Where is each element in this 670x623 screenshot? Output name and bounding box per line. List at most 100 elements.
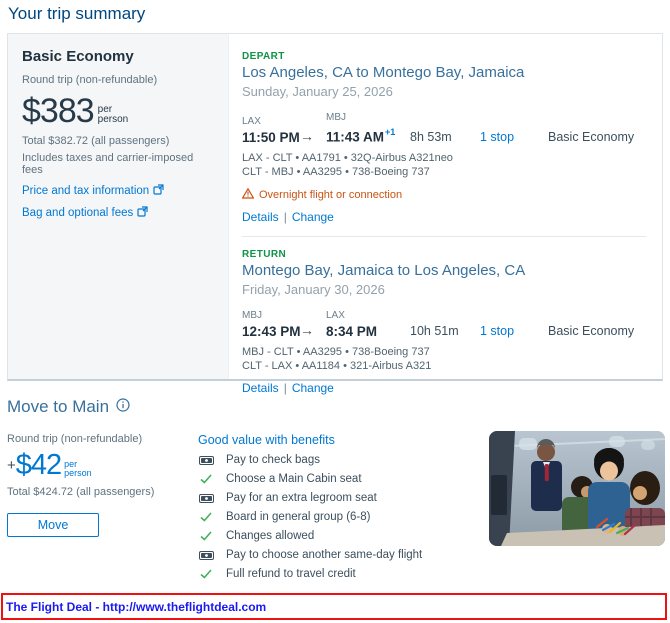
depart-cabin: Basic Economy [548, 130, 648, 145]
warning-text: Overnight flight or connection [259, 189, 402, 201]
depart-change-link[interactable]: Change [292, 210, 334, 224]
segment-line: CLT - MBJ • AA3295 • 738-Boeing 737 [242, 165, 648, 179]
origin-airport-code: LAX [242, 116, 300, 127]
depart-date: Sunday, January 25, 2026 [242, 85, 648, 99]
check-icon [198, 474, 214, 484]
return-date: Friday, January 30, 2026 [242, 283, 648, 297]
dest-airport-code: MBJ [326, 112, 410, 123]
cabin-photo [489, 431, 665, 546]
page-title: Your trip summary [8, 4, 145, 24]
arrive-time: 8:34 PM [326, 324, 410, 339]
itinerary-panel: DEPART Los Angeles, CA to Montego Bay, J… [229, 34, 662, 379]
move-button[interactable]: Move [7, 513, 99, 537]
depart-actions: Details | Change [242, 211, 648, 224]
return-dest-cell: LAX 8:34 PM [326, 310, 410, 339]
benefit-label: Pay for an extra legroom seat [226, 492, 377, 504]
depart-origin-cell: LAX 11:50 PM [242, 116, 300, 145]
depart-flight-row: LAX 11:50 PM → MBJ 11:43 AM+1 8h 53m 1 s… [242, 112, 648, 145]
origin-airport-code: MBJ [242, 310, 300, 321]
benefit-item: Changes allowed [198, 530, 468, 542]
fare-name: Basic Economy [22, 48, 214, 65]
benefit-item: Board in general group (6-8) [198, 511, 468, 523]
money-icon [198, 494, 214, 503]
plus-day-badge: +1 [385, 127, 395, 137]
depart-segments: LAX - CLT • AA1791 • 32Q-Airbus A321neo … [242, 151, 648, 179]
return-label: RETURN [242, 249, 648, 260]
benefit-item: Full refund to travel credit [198, 568, 468, 580]
trip-summary-card: Basic Economy Round trip (non-refundable… [7, 33, 663, 381]
benefit-item: Pay to choose another same-day flight [198, 549, 468, 561]
dest-airport-code: LAX [326, 310, 410, 321]
move-to-main-section: Move to Main Round trip (non-refundable)… [7, 392, 663, 580]
price-tax-link[interactable]: Price and tax information [22, 184, 214, 198]
move-total-line: Total $424.72 (all passengers) [7, 486, 198, 498]
benefit-label: Pay to choose another same-day flight [226, 549, 422, 561]
benefit-label: Choose a Main Cabin seat [226, 473, 362, 485]
benefit-label: Full refund to travel credit [226, 568, 356, 580]
benefit-label: Pay to check bags [226, 454, 320, 466]
depart-dest-cell: MBJ 11:43 AM+1 [326, 112, 410, 145]
slice-divider [242, 236, 646, 237]
price-block: $383 per person [22, 96, 214, 126]
depart-time: 11:50 PM [242, 130, 300, 145]
move-trip-type: Round trip (non-refundable) [7, 433, 198, 445]
benefit-label: Changes allowed [226, 530, 314, 542]
per-person-label: per person [64, 460, 92, 478]
return-duration: 10h 51m [410, 324, 480, 339]
person-label: person [64, 469, 92, 478]
warning-icon [242, 188, 254, 202]
depart-route-title: Los Angeles, CA to Montego Bay, Jamaica [242, 65, 648, 81]
return-flight-row: MBJ 12:43 PM → LAX 8:34 PM 10h 51m 1 sto… [242, 310, 648, 339]
check-icon [198, 569, 214, 579]
footer-banner: The Flight Deal - http://www.theflightde… [1, 593, 667, 620]
move-to-main-title: Move to Main [7, 397, 109, 417]
link-separator: | [284, 210, 287, 224]
return-cabin: Basic Economy [548, 324, 648, 339]
depart-time: 12:43 PM [242, 324, 300, 339]
segment-line: CLT - LAX • AA1184 • 321-Airbus A321 [242, 359, 648, 373]
overnight-warning: Overnight flight or connection [242, 188, 648, 202]
depart-slice: DEPART Los Angeles, CA to Montego Bay, J… [242, 51, 648, 224]
total-price-line: Total $382.72 (all passengers) [22, 135, 214, 147]
info-icon[interactable] [116, 398, 130, 417]
price-per-person: $383 [22, 96, 94, 126]
fare-summary-panel: Basic Economy Round trip (non-refundable… [8, 34, 229, 379]
arrive-time: 11:43 AM+1 [326, 126, 410, 145]
move-price-panel: Round trip (non-refundable) + $42 per pe… [7, 433, 198, 580]
depart-duration: 8h 53m [410, 130, 480, 145]
return-slice: RETURN Montego Bay, Jamaica to Los Angel… [242, 249, 648, 395]
external-link-icon [137, 206, 148, 220]
return-stops-link[interactable]: 1 stop [480, 324, 514, 338]
depart-details-link[interactable]: Details [242, 210, 279, 224]
benefit-item: Choose a Main Cabin seat [198, 473, 468, 485]
bag-fees-link-label: Bag and optional fees [22, 207, 133, 219]
includes-fees-line: Includes taxes and carrier-imposed fees [22, 152, 214, 176]
return-origin-cell: MBJ 12:43 PM [242, 310, 300, 339]
depart-label: DEPART [242, 51, 648, 62]
return-route-title: Montego Bay, Jamaica to Los Angeles, CA [242, 263, 648, 279]
external-link-icon [153, 184, 164, 198]
money-icon [198, 551, 214, 560]
upgrade-price: $42 [16, 452, 61, 479]
per-person-label: per person [98, 105, 129, 125]
bag-fees-link[interactable]: Bag and optional fees [22, 206, 214, 220]
benefits-panel: Good value with benefits Pay to check ba… [198, 433, 468, 580]
arrive-time-value: 11:43 AM [326, 130, 384, 145]
check-icon [198, 531, 214, 541]
trip-type-label: Round trip (non-refundable) [22, 74, 214, 86]
benefit-label: Board in general group (6-8) [226, 511, 370, 523]
arrow-right-icon: → [300, 128, 326, 145]
plus-sign: + [7, 457, 16, 474]
segment-line: LAX - CLT • AA1791 • 32Q-Airbus A321neo [242, 151, 648, 165]
person-label: person [98, 115, 129, 125]
depart-stops-link[interactable]: 1 stop [480, 130, 514, 144]
price-tax-link-label: Price and tax information [22, 185, 149, 197]
flight-deal-link[interactable]: The Flight Deal - http://www.theflightde… [3, 600, 266, 614]
segment-line: MBJ - CLT • AA3295 • 738-Boeing 737 [242, 345, 648, 359]
arrow-right-icon: → [300, 322, 326, 339]
money-icon [198, 456, 214, 465]
return-segments: MBJ - CLT • AA3295 • 738-Boeing 737 CLT … [242, 345, 648, 373]
benefits-title: Good value with benefits [198, 433, 468, 447]
benefit-item: Pay to check bags [198, 454, 468, 466]
benefit-item: Pay for an extra legroom seat [198, 492, 468, 504]
